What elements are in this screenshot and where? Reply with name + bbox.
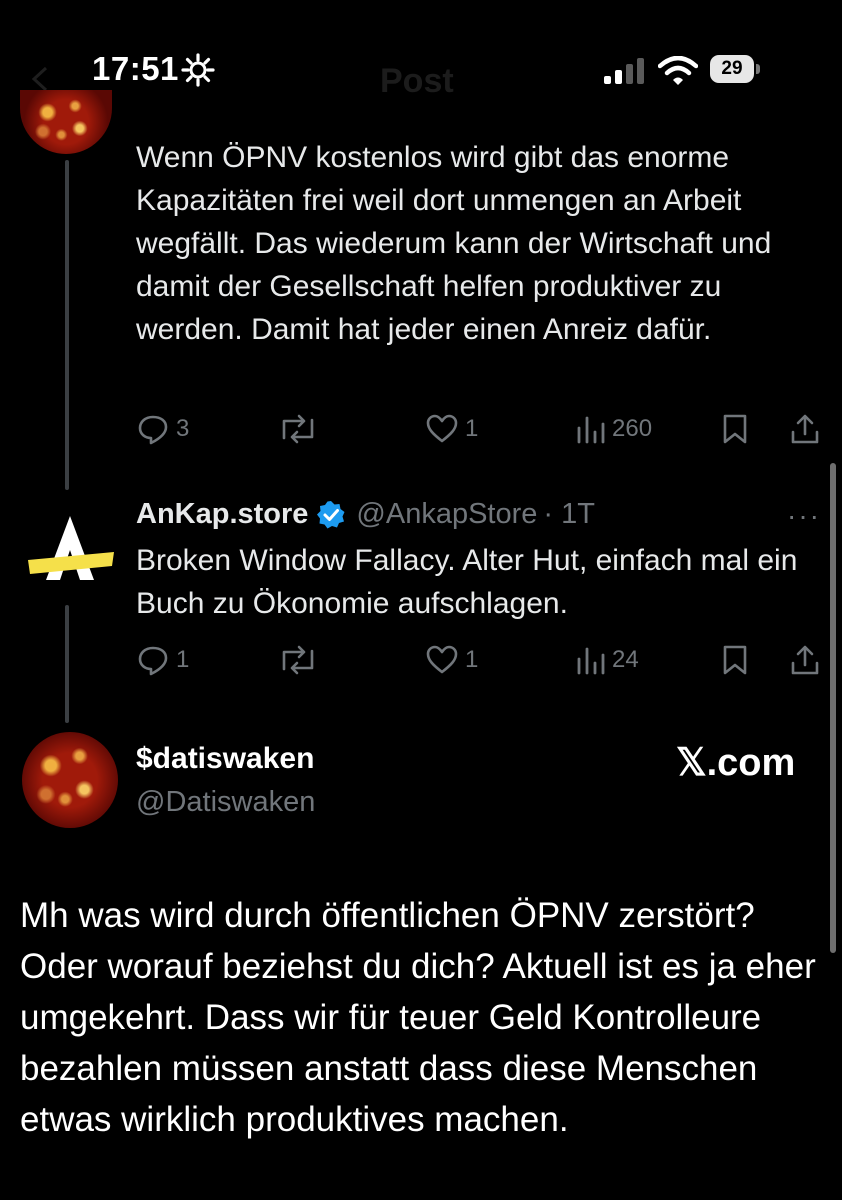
bookmark-icon[interactable] bbox=[720, 644, 750, 676]
reply-count: 1 bbox=[176, 646, 190, 673]
cellular-signal-icon bbox=[604, 58, 644, 84]
avatar[interactable] bbox=[22, 732, 118, 828]
thread-line bbox=[65, 605, 69, 723]
reply-text: Wenn ÖPNV kostenlos wird gibt das enorme… bbox=[136, 141, 772, 346]
wifi-icon bbox=[658, 56, 698, 85]
more-options-button[interactable]: ··· bbox=[787, 500, 821, 532]
view-count: 24 bbox=[612, 646, 639, 673]
reply-count: 3 bbox=[176, 415, 190, 442]
heart-icon bbox=[426, 645, 458, 674]
reply-icon bbox=[138, 415, 168, 445]
author-handle[interactable]: @AnkapStore bbox=[356, 498, 537, 531]
reply-button[interactable]: 3 bbox=[136, 412, 189, 446]
analytics-icon bbox=[577, 647, 605, 675]
author-handle[interactable]: @Datiswaken bbox=[136, 786, 315, 819]
bookmark-icon[interactable] bbox=[720, 413, 750, 445]
repost-icon bbox=[282, 414, 314, 444]
like-count: 1 bbox=[465, 646, 479, 673]
like-button[interactable]: 1 bbox=[425, 412, 478, 446]
source-watermark: 𝕏.com bbox=[676, 742, 796, 784]
status-time: 17:51 bbox=[92, 50, 179, 87]
heart-icon bbox=[426, 414, 458, 443]
battery-level: 29 bbox=[721, 58, 743, 79]
thread-line bbox=[65, 160, 69, 490]
share-icon[interactable] bbox=[789, 643, 821, 677]
like-button[interactable]: 1 bbox=[425, 643, 478, 677]
ankap-logo-avatar[interactable] bbox=[22, 512, 118, 584]
repost-button[interactable] bbox=[276, 412, 320, 446]
repost-button[interactable] bbox=[276, 643, 320, 677]
view-count: 260 bbox=[612, 415, 653, 442]
like-count: 1 bbox=[465, 415, 479, 442]
reply-text: Broken Window Fallacy. Alter Hut, einfac… bbox=[136, 544, 798, 620]
post-text: Mh was wird durch öffentlichen ÖPNV zers… bbox=[20, 896, 816, 1139]
reply-icon bbox=[138, 646, 168, 676]
views-button[interactable]: 24 bbox=[576, 643, 639, 677]
avatar[interactable] bbox=[20, 90, 112, 154]
author-name[interactable]: $datiswaken bbox=[136, 742, 314, 776]
header-title: Post bbox=[380, 62, 454, 100]
analytics-icon bbox=[577, 416, 605, 444]
repost-icon bbox=[282, 645, 314, 675]
author-name[interactable]: AnKap.store bbox=[136, 498, 308, 531]
tweet-header: AnKap.store @AnkapStore · 1T bbox=[136, 498, 595, 531]
battery-indicator: 29 bbox=[710, 55, 762, 85]
focus-mode-icon bbox=[181, 53, 215, 87]
scrollbar[interactable] bbox=[830, 463, 836, 953]
reply-button[interactable]: 1 bbox=[136, 643, 189, 677]
share-icon[interactable] bbox=[789, 412, 821, 446]
views-button[interactable]: 260 bbox=[576, 412, 652, 446]
verified-badge-icon bbox=[317, 500, 345, 528]
tweet-time: · 1T bbox=[543, 498, 595, 530]
